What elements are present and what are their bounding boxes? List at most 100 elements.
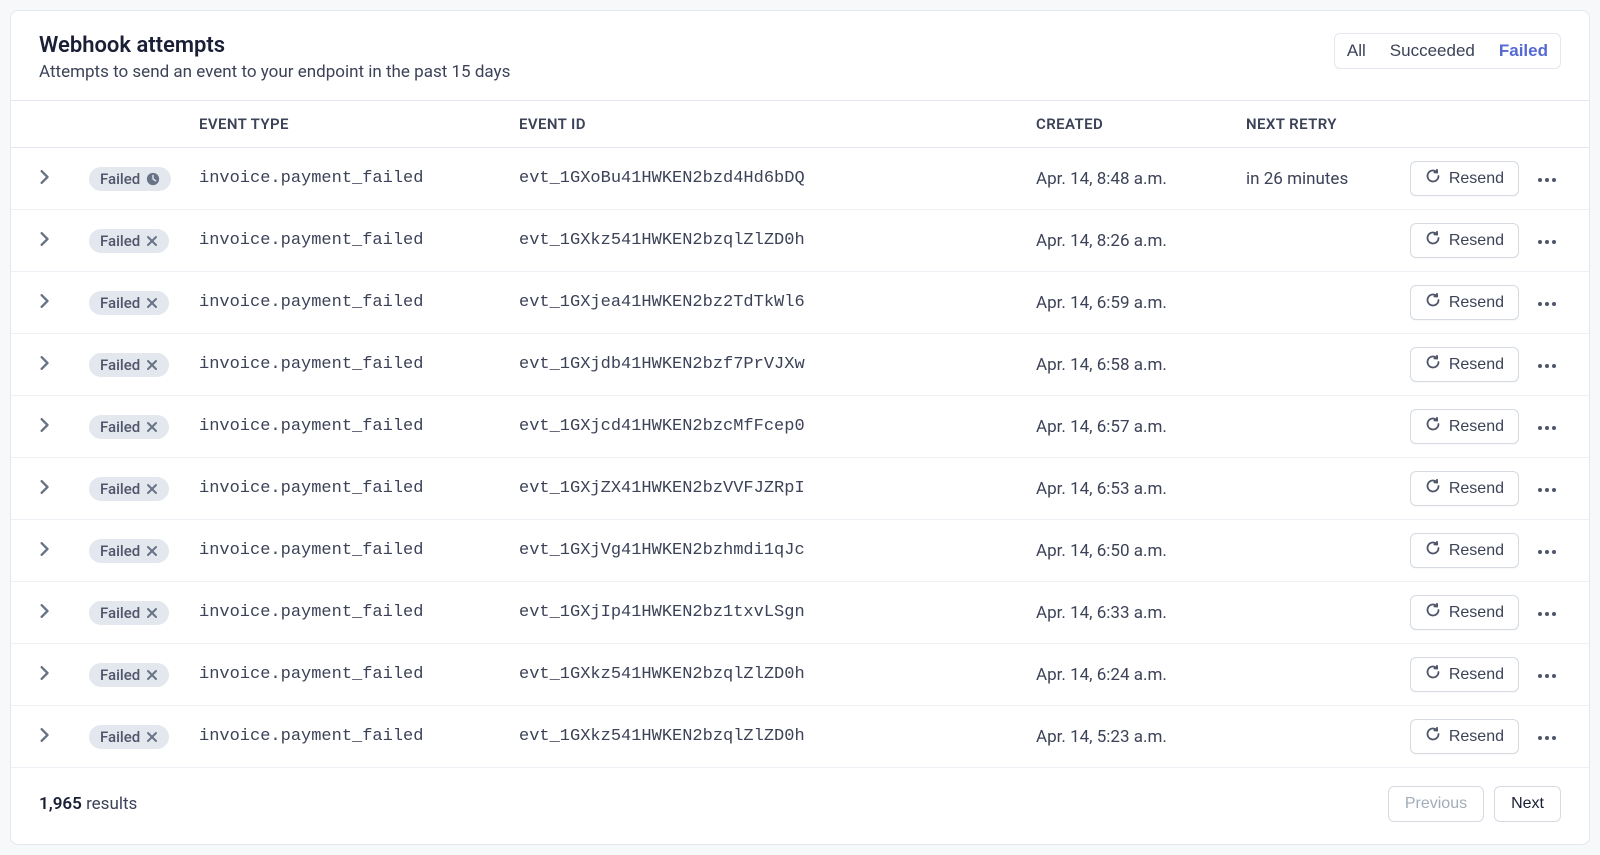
- chevron-right-icon[interactable]: [39, 728, 49, 742]
- table-row: Failedinvoice.payment_failedevt_1GXjZX41…: [11, 458, 1589, 520]
- more-button[interactable]: [1533, 477, 1561, 500]
- more-button[interactable]: [1533, 415, 1561, 438]
- filter-group: All Succeeded Failed: [1334, 33, 1561, 69]
- event-type: invoice.payment_failed: [199, 169, 519, 188]
- status-badge: Failed: [89, 601, 169, 625]
- clock-icon: [146, 172, 160, 186]
- filter-failed[interactable]: Failed: [1487, 34, 1560, 68]
- status-label: Failed: [100, 356, 140, 374]
- refresh-icon: [1425, 354, 1441, 375]
- more-button[interactable]: [1533, 167, 1561, 190]
- resend-button[interactable]: Resend: [1410, 471, 1519, 506]
- more-button[interactable]: [1533, 539, 1561, 562]
- resend-button[interactable]: Resend: [1410, 347, 1519, 382]
- status-label: Failed: [100, 170, 140, 188]
- more-button[interactable]: [1533, 229, 1561, 252]
- created-at: Apr. 14, 6:24 a.m.: [1036, 665, 1246, 685]
- table-row: Failedinvoice.payment_failedevt_1GXjea41…: [11, 272, 1589, 334]
- refresh-icon: [1425, 168, 1441, 189]
- status-badge: Failed: [89, 477, 169, 501]
- more-horizontal-icon: [1537, 295, 1557, 310]
- results-count: 1,965 results: [39, 794, 137, 814]
- chevron-right-icon[interactable]: [39, 294, 49, 308]
- event-type: invoice.payment_failed: [199, 603, 519, 622]
- refresh-icon: [1425, 540, 1441, 561]
- chevron-right-icon[interactable]: [39, 480, 49, 494]
- chevron-right-icon[interactable]: [39, 666, 49, 680]
- resend-button[interactable]: Resend: [1410, 533, 1519, 568]
- status-label: Failed: [100, 294, 140, 312]
- chevron-right-icon[interactable]: [39, 542, 49, 556]
- event-id: evt_1GXkz541HWKEN2bzqlZlZD0h: [519, 665, 1036, 684]
- x-icon: [146, 235, 158, 247]
- event-id: evt_1GXjIp41HWKEN2bz1txvLSgn: [519, 603, 1036, 622]
- refresh-icon: [1425, 602, 1441, 623]
- chevron-right-icon[interactable]: [39, 604, 49, 618]
- x-icon: [146, 731, 158, 743]
- chevron-right-icon[interactable]: [39, 418, 49, 432]
- created-at: Apr. 14, 6:59 a.m.: [1036, 293, 1246, 313]
- resend-label: Resend: [1449, 728, 1504, 746]
- created-at: Apr. 14, 6:58 a.m.: [1036, 355, 1246, 375]
- chevron-right-icon[interactable]: [39, 170, 49, 184]
- status-badge: Failed: [89, 415, 169, 439]
- refresh-icon: [1425, 416, 1441, 437]
- event-type: invoice.payment_failed: [199, 355, 519, 374]
- webhook-attempts-card: Webhook attempts Attempts to send an eve…: [10, 10, 1590, 845]
- resend-label: Resend: [1449, 232, 1504, 250]
- chevron-right-icon[interactable]: [39, 232, 49, 246]
- more-horizontal-icon: [1537, 357, 1557, 372]
- event-type: invoice.payment_failed: [199, 417, 519, 436]
- event-type: invoice.payment_failed: [199, 479, 519, 498]
- refresh-icon: [1425, 292, 1441, 313]
- status-badge: Failed: [89, 291, 169, 315]
- more-horizontal-icon: [1537, 481, 1557, 496]
- resend-button[interactable]: Resend: [1410, 285, 1519, 320]
- refresh-icon: [1425, 230, 1441, 251]
- more-button[interactable]: [1533, 663, 1561, 686]
- col-event-id-header: EVENT ID: [519, 115, 1036, 133]
- table-row: Failed invoice.payment_failedevt_1GXjIp41…: [11, 582, 1589, 644]
- more-button[interactable]: [1533, 601, 1561, 624]
- resend-button[interactable]: Resend: [1410, 409, 1519, 444]
- previous-button[interactable]: Previous: [1388, 786, 1484, 822]
- resend-button[interactable]: Resend: [1410, 223, 1519, 258]
- status-label: Failed: [100, 418, 140, 436]
- more-horizontal-icon: [1537, 419, 1557, 434]
- resend-button[interactable]: Resend: [1410, 595, 1519, 630]
- status-badge: Failed: [89, 539, 169, 563]
- more-horizontal-icon: [1537, 667, 1557, 682]
- resend-button[interactable]: Resend: [1410, 161, 1519, 196]
- created-at: Apr. 14, 6:50 a.m.: [1036, 541, 1246, 561]
- status-label: Failed: [100, 728, 140, 746]
- resend-label: Resend: [1449, 418, 1504, 436]
- more-horizontal-icon: [1537, 233, 1557, 248]
- x-icon: [146, 359, 158, 371]
- resend-button[interactable]: Resend: [1410, 719, 1519, 754]
- table-row: Failed invoice.payment_failedevt_1GXjVg41…: [11, 520, 1589, 582]
- chevron-right-icon[interactable]: [39, 356, 49, 370]
- status-label: Failed: [100, 232, 140, 250]
- event-type: invoice.payment_failed: [199, 541, 519, 560]
- event-id: evt_1GXjVg41HWKEN2bzhmdi1qJc: [519, 541, 1036, 560]
- status-badge: Failed: [89, 725, 169, 749]
- more-horizontal-icon: [1537, 729, 1557, 744]
- table-row: Failedinvoice.payment_failedevt_1GXkz541…: [11, 706, 1589, 768]
- resend-label: Resend: [1449, 356, 1504, 374]
- rows-container: Failedinvoice.payment_failedevt_1GXoBu41…: [11, 148, 1589, 768]
- resend-button[interactable]: Resend: [1410, 657, 1519, 692]
- status-label: Failed: [100, 480, 140, 498]
- status-badge: Failed: [89, 663, 169, 687]
- more-button[interactable]: [1533, 353, 1561, 376]
- filter-all[interactable]: All: [1335, 34, 1378, 68]
- pager: Previous Next: [1388, 786, 1561, 822]
- more-button[interactable]: [1533, 725, 1561, 748]
- filter-succeeded[interactable]: Succeeded: [1378, 34, 1487, 68]
- resend-label: Resend: [1449, 480, 1504, 498]
- created-at: Apr. 14, 6:33 a.m.: [1036, 603, 1246, 623]
- more-button[interactable]: [1533, 291, 1561, 314]
- event-id: evt_1GXoBu41HWKEN2bzd4Hd6bDQ: [519, 169, 1036, 188]
- table-row: Failed invoice.payment_failedevt_1GXoBu41…: [11, 148, 1589, 210]
- status-badge: Failed: [89, 353, 169, 377]
- next-button[interactable]: Next: [1494, 786, 1561, 822]
